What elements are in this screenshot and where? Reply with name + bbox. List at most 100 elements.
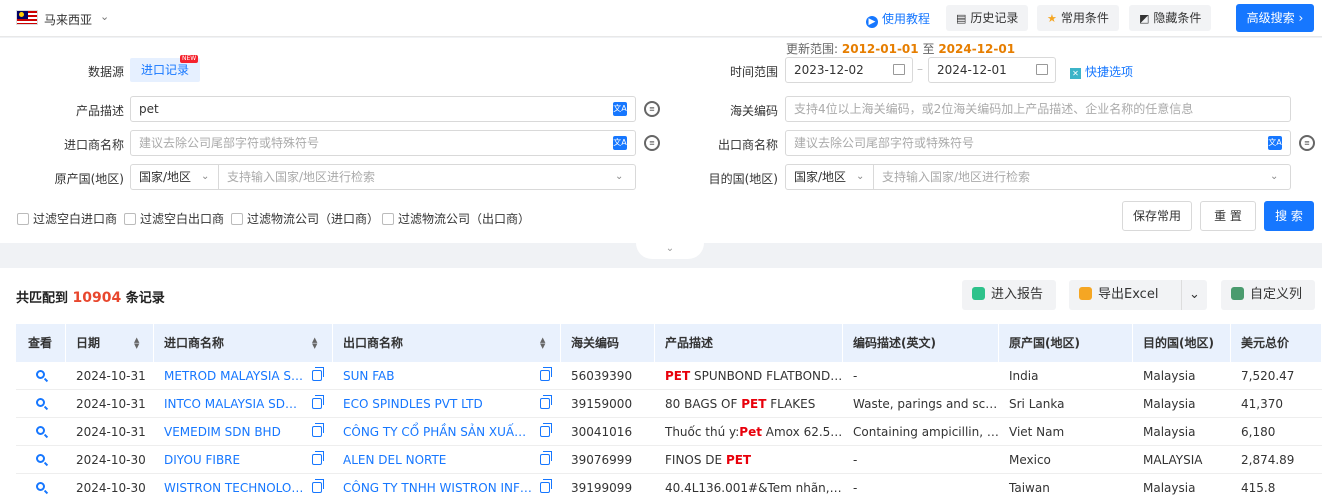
report-button[interactable]: 进入报告 xyxy=(962,280,1056,310)
col-hs-desc: 编码描述(英文) xyxy=(843,324,999,362)
save-favorite-button[interactable]: 保存常用 xyxy=(1122,201,1192,231)
cell-importer[interactable]: VEMEDIM SDN BHD xyxy=(154,418,304,446)
copy-icon[interactable] xyxy=(540,423,552,437)
dest-search-input[interactable]: 支持输入国家/地区进行检索 xyxy=(882,165,1030,189)
cell-importer[interactable]: DIYOU FIBRE xyxy=(154,446,304,474)
time-range-label: 时间范围 xyxy=(729,65,778,79)
dest-field[interactable]: 国家/地区 ⌄ 支持输入国家/地区进行检索 ⌄ xyxy=(785,164,1291,190)
history-button[interactable]: ▤ 历史记录 xyxy=(946,5,1029,31)
table-row[interactable]: 2024-10-31 VEMEDIM SDN BHD CÔNG TY CỔ PHẦN… xyxy=(16,418,1322,446)
chevron-down-icon[interactable]: ⌄ xyxy=(100,10,109,23)
cell-importer[interactable]: INTCO MALAYSIA SDN BH xyxy=(154,390,304,418)
advanced-search-button[interactable]: 高级搜索 › xyxy=(1236,4,1314,32)
copy-icon[interactable] xyxy=(540,367,552,381)
col-importer[interactable]: 进口商名称 xyxy=(154,324,333,362)
product-desc-input[interactable]: pet xyxy=(130,96,636,122)
ai-assist-icon[interactable]: ≡ xyxy=(644,101,660,117)
chevron-down-icon: ⌄ xyxy=(665,243,675,254)
calendar-icon[interactable] xyxy=(1036,64,1048,75)
search-button[interactable]: 搜 索 xyxy=(1264,201,1314,231)
table-row[interactable]: 2024-10-31 INTCO MALAYSIA SDN BH ECO SPIND… xyxy=(16,390,1322,418)
datasource-label: 数据源 xyxy=(87,65,124,79)
translate-icon[interactable]: 文A xyxy=(1268,136,1282,150)
col-exporter[interactable]: 出口商名称 xyxy=(333,324,561,362)
importer-label: 进口商名称 xyxy=(63,138,124,152)
checkbox[interactable] xyxy=(124,213,136,225)
keyword-highlight: PET xyxy=(741,397,767,411)
translate-icon[interactable]: 文A xyxy=(613,136,627,150)
origin-search-input[interactable]: 支持输入国家/地区进行检索 xyxy=(227,165,375,189)
reset-button[interactable]: 重 置 xyxy=(1200,201,1256,231)
col-product-desc: 产品描述 xyxy=(655,324,843,362)
table-row[interactable]: 2024-10-30 WISTRON TECHNOLOG... CÔNG TY TN… xyxy=(16,474,1322,500)
hs-code-input[interactable]: 支持4位以上海关编码，或2位海关编码加上产品描述、企业名称的任意信息 xyxy=(785,96,1291,122)
translate-icon[interactable]: 文A xyxy=(613,102,627,116)
cell-exporter[interactable]: SUN FAB xyxy=(333,362,533,390)
table-row[interactable]: 2024-10-31 METROD MALAYSIA SD... SUN FAB 56… xyxy=(16,362,1322,390)
col-view: 查看 xyxy=(16,324,66,362)
copy-icon[interactable] xyxy=(312,479,324,493)
custom-columns-button[interactable]: 自定义列 xyxy=(1221,280,1315,310)
filter-logistics-importer[interactable]: 过滤物流公司（进口商） xyxy=(231,210,379,227)
keyword-highlight: PET xyxy=(665,369,691,383)
country-selector[interactable]: 马来西亚 xyxy=(44,11,92,28)
search-icon[interactable] xyxy=(36,398,45,407)
cell-exporter[interactable]: ALEN DEL NORTE xyxy=(333,446,533,474)
copy-icon[interactable] xyxy=(312,423,324,437)
cell-hs: 39076999 xyxy=(571,453,633,467)
checkbox[interactable] xyxy=(382,213,394,225)
filter-blank-importer[interactable]: 过滤空白进口商 xyxy=(17,210,117,227)
exporter-input[interactable]: 建议去除公司尾部字符或特殊符号 xyxy=(785,130,1291,156)
tutorial-link[interactable]: ▶ 使用教程 xyxy=(866,10,930,28)
keyword-highlight: Pet xyxy=(739,425,762,439)
sort-icon[interactable]: ▲ ▼ xyxy=(134,337,139,350)
hide-conditions-button[interactable]: ◩ 隐藏条件 xyxy=(1129,5,1212,31)
checkbox[interactable] xyxy=(231,213,243,225)
cell-dest: Malaysia xyxy=(1143,397,1196,411)
cell-date: 2024-10-30 xyxy=(76,453,146,467)
cell-origin: Sri Lanka xyxy=(1009,397,1065,411)
chevron-down-icon: ⌄ xyxy=(201,171,210,182)
copy-icon[interactable] xyxy=(312,451,324,465)
col-date[interactable]: 日期 xyxy=(66,324,154,362)
table-row[interactable]: 2024-10-30 DIYOU FIBRE ALEN DEL NORTE 39076… xyxy=(16,446,1322,474)
favorites-button[interactable]: ★ 常用条件 xyxy=(1037,5,1119,31)
sort-icon[interactable]: ▲ ▼ xyxy=(312,337,317,350)
checkbox[interactable] xyxy=(17,213,29,225)
copy-icon[interactable] xyxy=(540,479,552,493)
quick-options-link[interactable]: ✕ 快捷选项 xyxy=(1070,63,1133,80)
report-icon xyxy=(972,287,985,300)
cell-date: 2024-10-30 xyxy=(76,481,146,495)
filter-logistics-exporter[interactable]: 过滤物流公司（出口商） xyxy=(382,210,530,227)
cell-origin: Viet Nam xyxy=(1009,425,1065,439)
search-icon[interactable] xyxy=(36,482,45,491)
collapse-toggle[interactable]: ⌄ xyxy=(636,243,704,259)
sort-icon[interactable]: ▲ ▼ xyxy=(540,337,545,350)
importer-input[interactable]: 建议去除公司尾部字符或特殊符号 xyxy=(130,130,636,156)
cell-exporter[interactable]: ECO SPINDLES PVT LTD xyxy=(333,390,533,418)
chevron-down-icon[interactable]: ⌄ xyxy=(1181,280,1207,310)
calendar-icon[interactable] xyxy=(893,64,905,75)
search-icon[interactable] xyxy=(36,370,45,379)
search-icon[interactable] xyxy=(36,426,45,435)
cell-importer[interactable]: METROD MALAYSIA SD... xyxy=(154,362,304,390)
cell-value: 2,874.89 xyxy=(1241,453,1295,467)
cell-hs: 56039390 xyxy=(571,369,633,383)
hs-code-label: 海关编码 xyxy=(729,104,778,118)
copy-icon[interactable] xyxy=(540,451,552,465)
filter-blank-exporter[interactable]: 过滤空白出口商 xyxy=(124,210,224,227)
cell-origin: Taiwan xyxy=(1009,481,1050,495)
ai-assist-icon[interactable]: ≡ xyxy=(644,135,660,151)
export-excel-button[interactable]: 导出Excel ⌄ xyxy=(1069,280,1207,310)
chevron-down-icon: ⌄ xyxy=(856,171,865,182)
search-icon[interactable] xyxy=(36,454,45,463)
ai-assist-icon[interactable]: ≡ xyxy=(1299,135,1315,151)
origin-field[interactable]: 国家/地区 ⌄ 支持输入国家/地区进行检索 ⌄ xyxy=(130,164,636,190)
copy-icon[interactable] xyxy=(312,395,324,409)
cell-exporter[interactable]: CÔNG TY TNHH WISTRON INFO... xyxy=(333,474,533,500)
malaysia-flag-icon[interactable] xyxy=(16,10,38,25)
copy-icon[interactable] xyxy=(540,395,552,409)
copy-icon[interactable] xyxy=(312,367,324,381)
cell-importer[interactable]: WISTRON TECHNOLOG... xyxy=(154,474,304,500)
cell-exporter[interactable]: CÔNG TY CỔ PHẦN SẢN XUẤT KI... xyxy=(333,418,533,446)
